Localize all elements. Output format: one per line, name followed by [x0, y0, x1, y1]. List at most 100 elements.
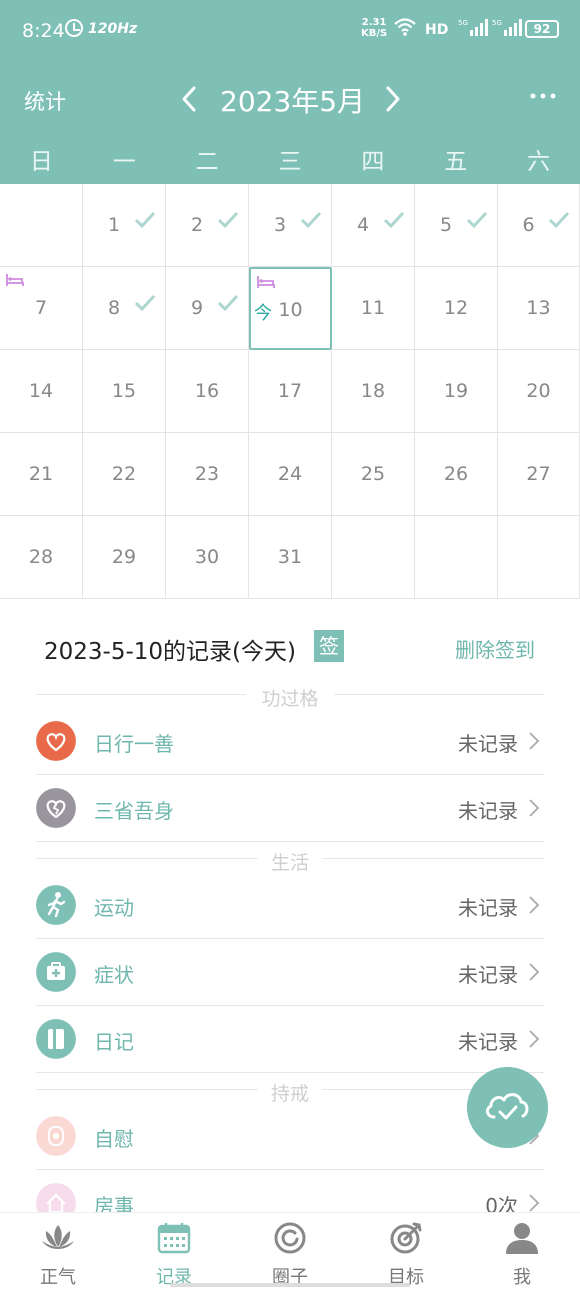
more-icon[interactable] [530, 90, 556, 102]
calendar-empty-cell [498, 516, 580, 599]
status-time: 8:24 [22, 20, 65, 42]
calendar-day[interactable]: 5 [415, 184, 498, 267]
calendar-day[interactable]: 30 [166, 516, 249, 599]
calendar-day[interactable]: 3 [249, 184, 332, 267]
day-number: 25 [360, 463, 386, 485]
day-number: 12 [443, 297, 469, 319]
tab-label: 我 [513, 1267, 531, 1288]
wifi-icon [394, 18, 416, 36]
day-number: 18 [360, 380, 386, 402]
diary-icon [36, 1019, 76, 1059]
chevron-right-icon[interactable] [380, 84, 404, 114]
calendar-day[interactable]: 20 [498, 350, 580, 433]
day-number: 26 [443, 463, 469, 485]
delete-checkin-button[interactable]: 删除签到 [455, 634, 535, 663]
sign-badge: 签 [314, 630, 344, 662]
calendar-day[interactable]: 8 [83, 267, 166, 350]
record-item-label: 运动 [94, 896, 134, 920]
cloud-sync-button[interactable] [467, 1067, 548, 1148]
checkmark-icon [134, 294, 156, 312]
hd-indicator: HD [425, 22, 449, 38]
day-number: 29 [111, 546, 137, 568]
weekday-label: 六 [527, 149, 551, 175]
weekday-label: 一 [112, 149, 136, 175]
checkmark-icon [134, 211, 156, 229]
tab-goal[interactable]: 目标 [348, 1213, 464, 1289]
day-number: 16 [194, 380, 220, 402]
tab-label: 正气 [40, 1267, 76, 1288]
calendar-day[interactable]: 17 [249, 350, 332, 433]
status-bar: 8:24 120Hz 2.31 KB/S HD 5G 5G 92 [0, 0, 580, 60]
calendar-day[interactable]: 9 [166, 267, 249, 350]
chevron-right-icon [529, 1030, 540, 1048]
weekday-label: 五 [444, 149, 468, 175]
section-header: 生活 [36, 848, 544, 874]
record-item-status: 未记录 [458, 732, 518, 756]
record-item-status: 未记录 [458, 963, 518, 987]
today-tag: 今 [254, 303, 272, 324]
day-number: 28 [28, 546, 54, 568]
chevron-left-icon[interactable] [178, 84, 202, 114]
network-speed-value: 2.31 [361, 17, 387, 28]
record-item-self-reflection[interactable]: 三省吾身 未记录 [36, 775, 544, 842]
section-title: 生活 [270, 852, 309, 874]
calendar-day[interactable]: 28 [0, 516, 83, 599]
calendar-day[interactable]: 21 [0, 433, 83, 516]
day-number: 30 [194, 546, 220, 568]
day-number: 14 [28, 380, 54, 402]
calendar-day[interactable]: 2 [166, 184, 249, 267]
record-item-label: 日行一善 [94, 732, 174, 756]
calendar-day[interactable]: 23 [166, 433, 249, 516]
calendar-day[interactable]: 18 [332, 350, 415, 433]
calendar-day[interactable]: 27 [498, 433, 580, 516]
calendar-day[interactable]: 13 [498, 267, 580, 350]
calendar-day[interactable]: 19 [415, 350, 498, 433]
calendar-empty-cell [0, 184, 83, 267]
calendar-day[interactable]: 1 [83, 184, 166, 267]
calendar-day[interactable]: 25 [332, 433, 415, 516]
sim2-label: 5G [492, 19, 502, 27]
calendar-day[interactable]: 22 [83, 433, 166, 516]
day-number: 31 [277, 546, 303, 568]
record-item-diary[interactable]: 日记 未记录 [36, 1006, 544, 1073]
calendar-day[interactable]: 12 [415, 267, 498, 350]
tab-circle[interactable]: 圈子 [232, 1213, 348, 1289]
day-number: 11 [360, 297, 386, 319]
calendar-day[interactable]: 6 [498, 184, 580, 267]
day-number: 21 [28, 463, 54, 485]
network-speed-unit: KB/S [361, 28, 388, 39]
day-number: 7 [34, 297, 48, 319]
record-title: 2023-5-10的记录(今天) [44, 639, 296, 665]
calendar-day[interactable]: 11 [332, 267, 415, 350]
calendar-day[interactable]: 29 [83, 516, 166, 599]
calendar-day[interactable]: 15 [83, 350, 166, 433]
record-item-exercise[interactable]: 运动 未记录 [36, 872, 544, 939]
stats-button[interactable]: 统计 [24, 86, 66, 116]
tab-qi[interactable]: 正气 [0, 1213, 116, 1289]
broken-heart-icon [36, 788, 76, 828]
calendar-day[interactable]: 14 [0, 350, 83, 433]
calendar-day[interactable]: 4 [332, 184, 415, 267]
calendar-day[interactable]: 16 [166, 350, 249, 433]
record-item-status: 未记录 [458, 1030, 518, 1054]
calendar-day[interactable]: 10 今 [249, 267, 332, 350]
chevron-right-icon [529, 1194, 540, 1212]
tab-record[interactable]: 记录 [116, 1213, 232, 1289]
record-item-label: 自慰 [94, 1127, 134, 1151]
day-number: 13 [526, 297, 551, 319]
day-number: 24 [277, 463, 303, 485]
calendar-day[interactable]: 7 [0, 267, 83, 350]
tissue-icon [36, 1116, 76, 1156]
sim1-label: 5G [458, 19, 468, 27]
record-item-good-deed[interactable]: 日行一善 未记录 [36, 708, 544, 775]
calendar-icon [157, 1223, 191, 1254]
day-number: 22 [111, 463, 137, 485]
day-number: 17 [277, 380, 303, 402]
calendar-day[interactable]: 24 [249, 433, 332, 516]
calendar-grid: 1 2 3 4 5 6 7 8 9 10 今 11 12 13 14 15 16 17 18 19 20 21 22 23 24… [0, 184, 580, 600]
tab-me[interactable]: 我 [464, 1213, 580, 1289]
calendar-day[interactable]: 31 [249, 516, 332, 599]
calendar-day[interactable]: 26 [415, 433, 498, 516]
weekday-header: 日 一 二 三 四 五 六 [0, 142, 580, 184]
record-item-symptoms[interactable]: 症状 未记录 [36, 939, 544, 1006]
